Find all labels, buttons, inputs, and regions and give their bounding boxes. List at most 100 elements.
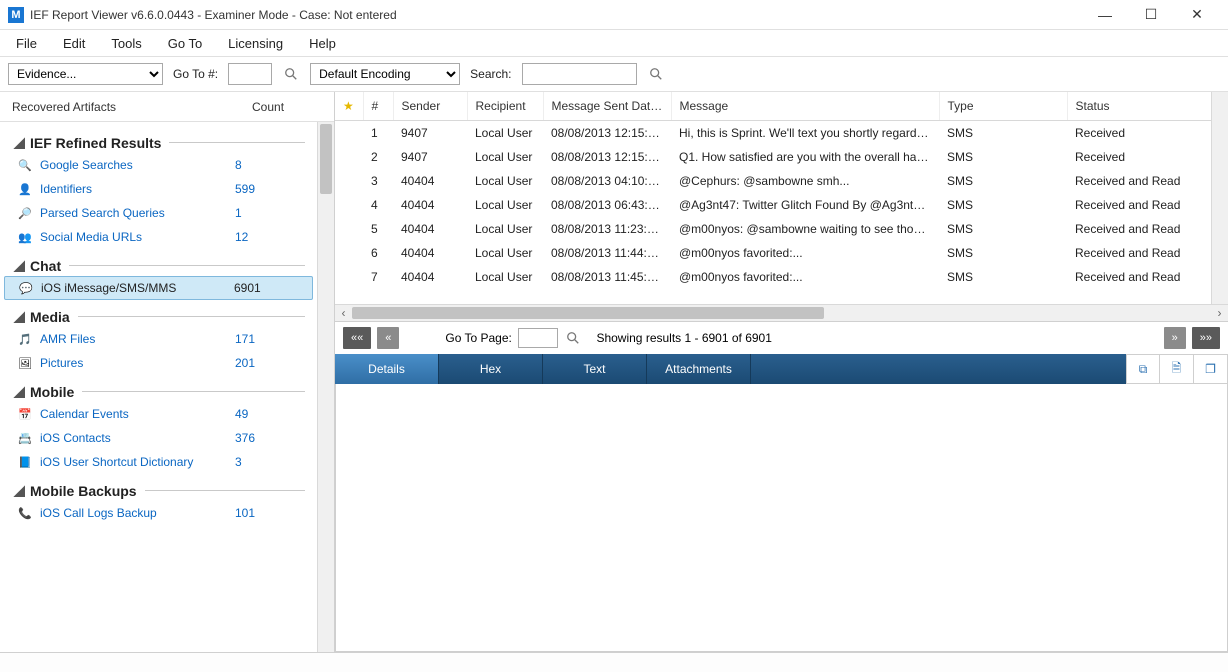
item-count: 376 (235, 431, 305, 445)
caret-down-icon: ◢ (14, 383, 24, 400)
sidebar: Recovered Artifacts Count ◢IEF Refined R… (0, 92, 335, 652)
item-label: Pictures (40, 356, 235, 370)
table-vscroll[interactable] (1211, 92, 1228, 304)
item-count: 49 (235, 407, 305, 421)
tab-details[interactable]: Details (335, 354, 439, 384)
group-mobile[interactable]: ◢Mobile (0, 375, 317, 402)
group-media[interactable]: ◢Media (0, 300, 317, 327)
item-count: 101 (235, 506, 305, 520)
sidebar-scrollbar[interactable] (317, 122, 334, 652)
minimize-button[interactable]: — (1082, 0, 1128, 30)
col-sender[interactable]: Sender (393, 92, 467, 121)
star-icon: ★ (343, 99, 354, 113)
menu-help[interactable]: Help (303, 33, 342, 54)
caret-down-icon: ◢ (14, 482, 24, 499)
pager-first-button[interactable]: «« (343, 327, 371, 349)
sidebar-item-ios-user-shortcut-dictionary[interactable]: 📘iOS User Shortcut Dictionary3 (0, 450, 317, 474)
item-label: Social Media URLs (40, 230, 235, 244)
sidebar-header: Recovered Artifacts Count (0, 92, 334, 122)
menu-tools[interactable]: Tools (105, 33, 147, 54)
item-label: Identifiers (40, 182, 235, 196)
tab-hex[interactable]: Hex (439, 354, 543, 384)
pager-showing: Showing results 1 - 6901 of 6901 (596, 331, 771, 345)
pager-next-button[interactable]: » (1164, 327, 1186, 349)
table-row[interactable]: 540404Local User08/08/2013 11:23:58 ...@… (335, 217, 1228, 241)
sidebar-item-amr-files[interactable]: 🎵AMR Files171 (0, 327, 317, 351)
hscroll-left-icon[interactable]: ‹ (335, 305, 352, 322)
save-icon[interactable]: 🗎 (1160, 354, 1194, 384)
table-row[interactable]: 740404Local User08/08/2013 11:45:23 ...@… (335, 265, 1228, 289)
tab-text[interactable]: Text (543, 354, 647, 384)
menu-file[interactable]: File (10, 33, 43, 54)
group-chat[interactable]: ◢Chat (0, 249, 317, 276)
sidebar-item-pictures[interactable]: 🖼Pictures201 (0, 351, 317, 375)
sidebar-item-ios-call-logs-backup[interactable]: 📞iOS Call Logs Backup101 (0, 501, 317, 525)
table-row[interactable]: 640404Local User08/08/2013 11:44:16 ...@… (335, 241, 1228, 265)
item-count: 6901 (234, 281, 304, 295)
search-icon[interactable] (647, 65, 665, 83)
caret-down-icon: ◢ (14, 308, 24, 325)
item-count: 201 (235, 356, 305, 370)
item-icon: 👤 (16, 181, 34, 197)
sidebar-item-ios-imessage-sms-mms[interactable]: 💬iOS iMessage/SMS/MMS6901 (4, 276, 313, 300)
pager-last-button[interactable]: »» (1192, 327, 1220, 349)
results-table: ★ #SenderRecipientMessage Sent Date/...Me… (335, 92, 1228, 322)
goto-search-icon[interactable] (282, 65, 300, 83)
pager-prev-button[interactable]: « (377, 327, 399, 349)
pager: «« « Go To Page: Showing results 1 - 690… (335, 322, 1228, 354)
sidebar-item-ios-contacts[interactable]: 📇 iOS Contacts376 (0, 426, 317, 450)
item-icon: 🎵 (16, 331, 34, 347)
col-message[interactable]: Message (671, 92, 939, 121)
col-type[interactable]: Type (939, 92, 1067, 121)
sidebar-item-google-searches[interactable]: 🔍Google Searches8 (0, 153, 317, 177)
sidebar-item-parsed-search-queries[interactable]: 🔎Parsed Search Queries1 (0, 201, 317, 225)
item-count: 1 (235, 206, 305, 220)
pager-goto-input[interactable] (518, 328, 558, 348)
item-icon: 📘 (16, 454, 34, 470)
table-hscroll[interactable]: ‹ › (335, 304, 1228, 321)
sidebar-item-social-media-urls[interactable]: 👥Social Media URLs12 (0, 225, 317, 249)
col--[interactable]: # (363, 92, 393, 121)
item-label: iOS Contacts (40, 431, 235, 445)
caret-down-icon: ◢ (14, 257, 24, 274)
tab-attachments[interactable]: Attachments (647, 354, 751, 384)
table-row[interactable]: 19407Local User08/08/2013 12:15:07 ...Hi… (335, 121, 1228, 146)
window-icon[interactable]: ❐ (1194, 354, 1228, 384)
group-ief-refined-results[interactable]: ◢IEF Refined Results (0, 126, 317, 153)
evidence-select[interactable]: Evidence... (8, 63, 163, 85)
col-recipient[interactable]: Recipient (467, 92, 543, 121)
detail-body (335, 384, 1228, 652)
menu-go-to[interactable]: Go To (162, 33, 208, 54)
table-row[interactable]: 440404Local User08/08/2013 06:43:23 ...@… (335, 193, 1228, 217)
item-label: Parsed Search Queries (40, 206, 235, 220)
goto-input[interactable] (228, 63, 272, 85)
col-star[interactable]: ★ (335, 92, 363, 121)
close-button[interactable]: ✕ (1174, 0, 1220, 30)
item-count: 8 (235, 158, 305, 172)
item-icon: 💬 (17, 280, 35, 296)
detail-tabs: DetailsHexTextAttachments ⧉🗎❐ (335, 354, 1228, 384)
export-icon[interactable]: ⧉ (1126, 354, 1160, 384)
maximize-button[interactable]: ☐ (1128, 0, 1174, 30)
title-bar: M IEF Report Viewer v6.6.0.0443 - Examin… (0, 0, 1228, 30)
search-input[interactable] (522, 63, 637, 85)
col-message-sent-date-[interactable]: Message Sent Date/... (543, 92, 671, 121)
menu-edit[interactable]: Edit (57, 33, 91, 54)
hscroll-right-icon[interactable]: › (1211, 305, 1228, 322)
sidebar-item-calendar-events[interactable]: 📅Calendar Events49 (0, 402, 317, 426)
pager-search-icon[interactable] (564, 329, 582, 347)
item-icon: 📇 (16, 430, 34, 446)
sidebar-header-count: Count (252, 100, 322, 114)
table-row[interactable]: 340404Local User08/08/2013 04:10:07 ...@… (335, 169, 1228, 193)
item-label: Calendar Events (40, 407, 235, 421)
sidebar-item-identifiers[interactable]: 👤Identifiers599 (0, 177, 317, 201)
menu-licensing[interactable]: Licensing (222, 33, 289, 54)
col-status[interactable]: Status (1067, 92, 1228, 121)
item-count: 12 (235, 230, 305, 244)
table-row[interactable]: 29407Local User08/08/2013 12:15:57 ...Q1… (335, 145, 1228, 169)
item-count: 171 (235, 332, 305, 346)
search-label: Search: (470, 67, 511, 81)
group-mobile-backups[interactable]: ◢Mobile Backups (0, 474, 317, 501)
app-icon: M (8, 7, 24, 23)
encoding-select[interactable]: Default Encoding (310, 63, 460, 85)
